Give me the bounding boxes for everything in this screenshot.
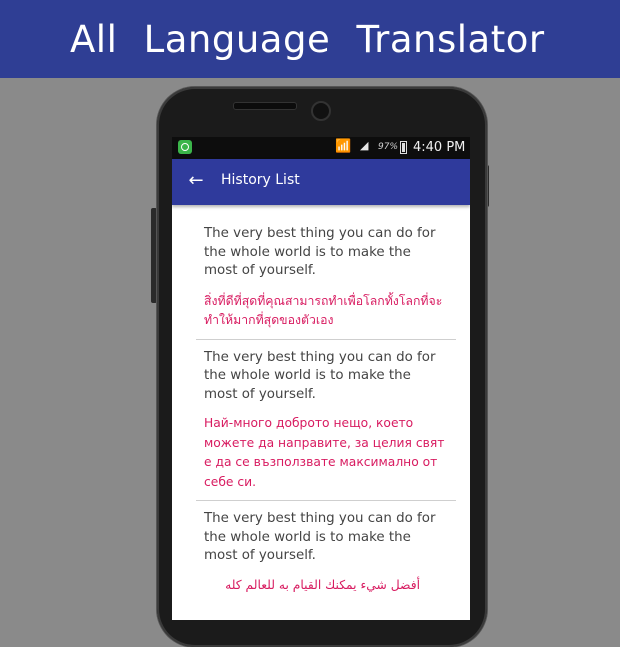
translated-text: สิ่งที่ดีที่สุดที่คุณสามารถทำเพื่อโลกทั้… — [204, 293, 443, 328]
source-text: The very best thing you can do for the w… — [204, 349, 436, 402]
history-list[interactable]: The very best thing you can do for the w… — [172, 205, 470, 595]
app-bar: ← History List — [172, 159, 470, 205]
phone-screen: 📶 ◢ 97% 4:40 PM ← History List The very … — [172, 137, 470, 620]
translated-text: Най-много доброто нещо, което можете да … — [204, 416, 445, 489]
promo-banner: All Language Translator — [0, 0, 620, 78]
phone-camera — [311, 101, 331, 121]
app-notification-icon — [178, 140, 192, 154]
phone-speaker — [233, 102, 297, 110]
history-item[interactable]: The very best thing you can do for the w… — [172, 205, 470, 340]
wifi-icon: 📶 — [335, 139, 352, 154]
source-text: The very best thing you can do for the w… — [204, 226, 436, 278]
signal-icon: ◢ — [360, 139, 369, 152]
back-arrow-icon[interactable]: ← — [184, 169, 208, 193]
source-text: The very best thing you can do for the w… — [204, 511, 436, 563]
status-bar: 📶 ◢ 97% 4:40 PM — [172, 137, 470, 159]
banner-title: All Language Translator — [70, 18, 545, 61]
battery-percent: 97% — [378, 142, 399, 152]
status-time: 4:40 PM — [413, 140, 466, 155]
history-item[interactable]: The very best thing you can do for the w… — [172, 501, 470, 595]
battery-icon — [400, 141, 407, 154]
translated-text: أفضل شيء يمكنك القيام به للعالم كله — [225, 577, 420, 592]
history-item[interactable]: The very best thing you can do for the w… — [172, 340, 470, 501]
app-bar-title: History List — [221, 172, 300, 188]
